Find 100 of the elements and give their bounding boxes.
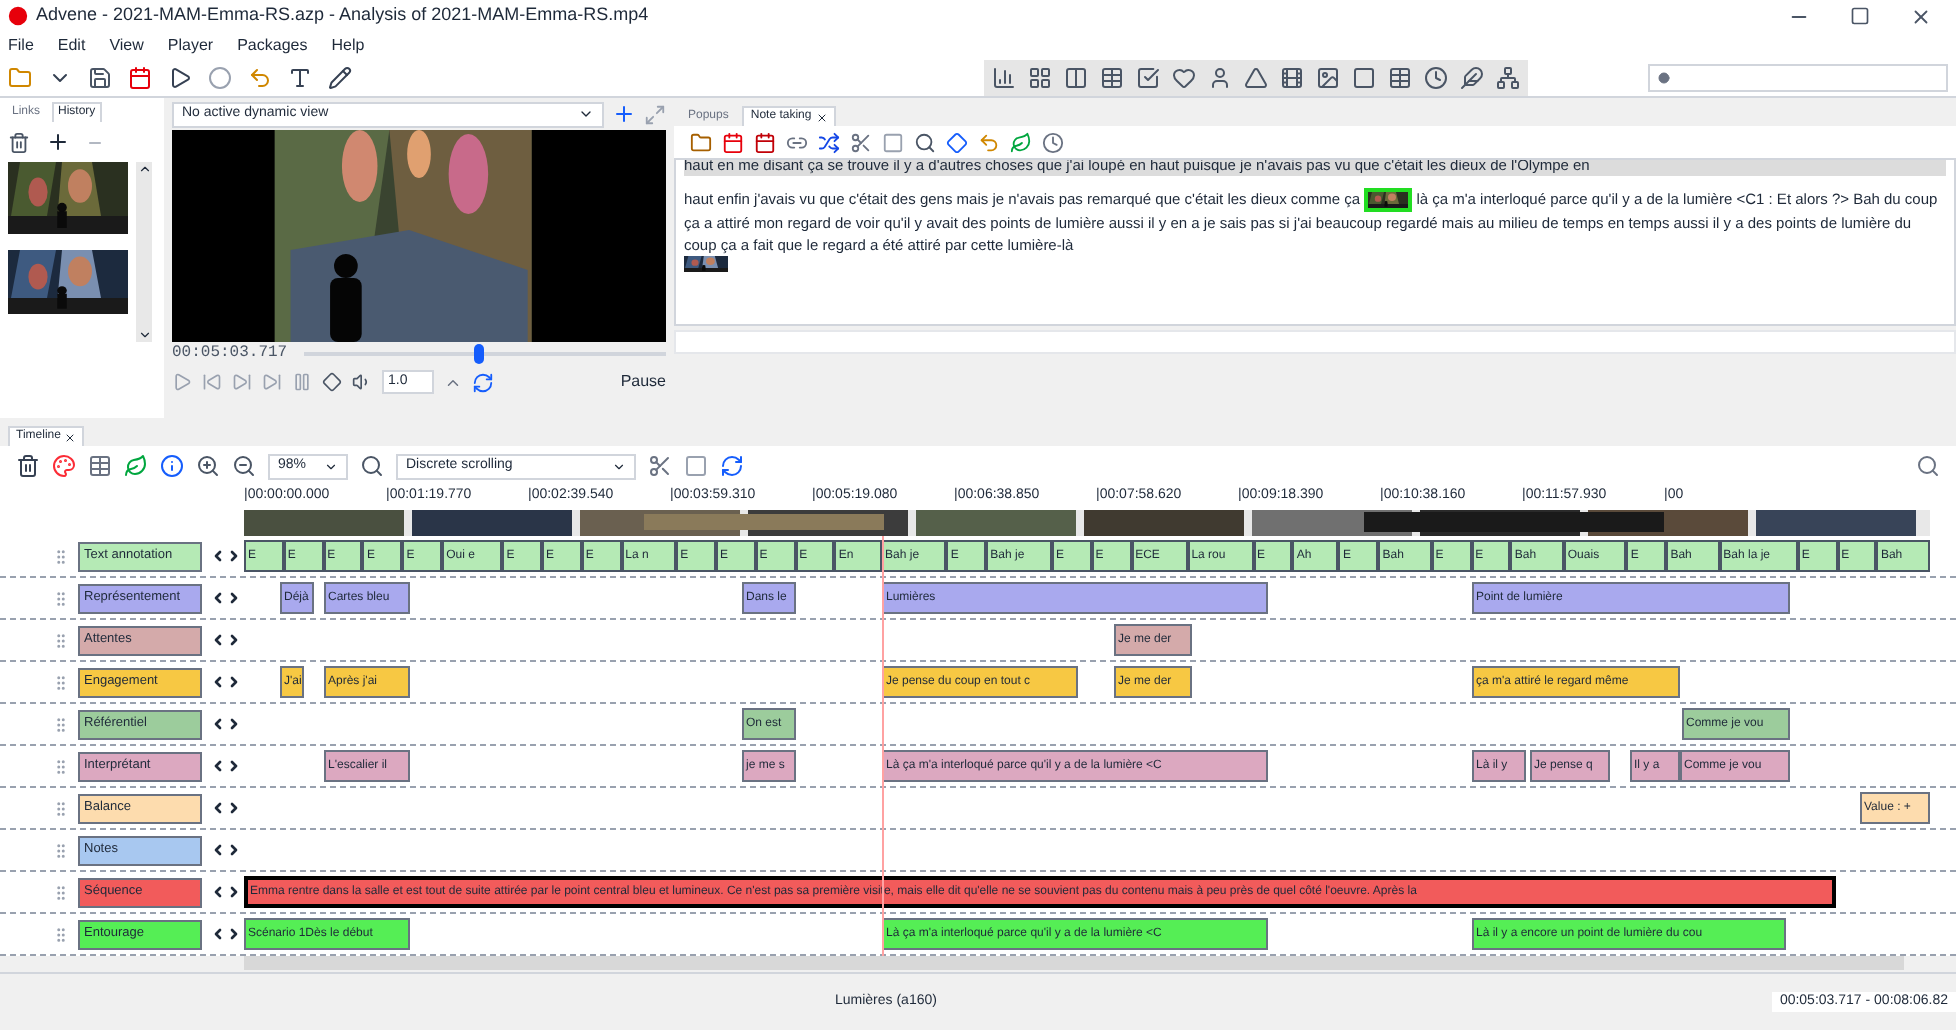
triangle-icon[interactable] [1244,65,1268,89]
scrollbar[interactable] [136,162,152,342]
film-icon[interactable] [1280,65,1304,89]
previous-icon[interactable] [210,884,226,900]
window-title: Advene - 2021-MAM-Emma-RS.azp - Analysis of 2021-MAM-Emma-RS.mp4 [36,2,651,29]
trash-icon[interactable] [16,454,40,478]
calendar-icon[interactable] [722,131,744,153]
save-icon[interactable] [88,65,112,89]
diamond-icon[interactable] [322,372,342,392]
clock-icon[interactable] [1042,131,1064,153]
previous-icon[interactable] [210,548,226,564]
text-icon[interactable] [288,65,312,89]
table-icon[interactable] [1100,65,1124,89]
loop-icon[interactable] [472,371,494,393]
handle-icon[interactable] [52,631,70,649]
columns-icon[interactable] [1064,65,1088,89]
previous-icon[interactable] [210,632,226,648]
menu-item[interactable]: Edit [57,33,86,57]
next-icon[interactable] [226,800,242,816]
scroll-up-icon[interactable] [137,162,151,176]
close-icon[interactable] [815,111,828,123]
previous-icon[interactable] [210,590,226,606]
menu-item[interactable]: View [109,33,144,57]
chart-icon[interactable] [992,65,1016,89]
scissors-icon[interactable] [648,454,672,478]
scroll-down-icon[interactable] [137,328,151,342]
square-icon[interactable] [684,454,708,478]
next-icon[interactable] [226,884,242,900]
close-icon[interactable] [64,431,77,443]
calendar-icon[interactable] [754,131,776,153]
folder-icon[interactable] [8,65,32,89]
folder-icon[interactable] [690,131,712,153]
zoom-in-icon[interactable] [196,454,220,478]
list-icon[interactable] [88,454,112,478]
refresh-icon[interactable] [720,454,744,478]
leaf-icon[interactable] [1010,131,1032,153]
info-icon[interactable] [160,454,184,478]
play-icon[interactable] [168,65,192,89]
handle-icon[interactable] [52,757,70,775]
handle-icon[interactable] [52,799,70,817]
calendar-icon[interactable] [128,65,152,89]
handle-icon[interactable] [52,841,70,859]
menu-item[interactable]: Help [331,33,365,57]
table-icon[interactable] [1388,65,1412,89]
menu-item[interactable]: Packages [237,33,308,57]
square-icon[interactable] [882,131,904,153]
next-icon[interactable] [226,842,242,858]
network-icon[interactable] [1496,65,1520,89]
app-logo-icon [8,6,28,26]
next-icon[interactable] [226,716,242,732]
square-icon[interactable] [1352,65,1376,89]
undo-icon[interactable] [248,65,272,89]
trash-icon[interactable] [8,131,30,153]
next-icon[interactable] [226,926,242,942]
handle-icon[interactable] [52,547,70,565]
previous-icon[interactable] [210,674,226,690]
diamond-icon[interactable] [946,131,968,153]
next-icon[interactable] [226,674,242,690]
search-field[interactable] [1648,63,1948,91]
next-icon[interactable] [226,758,242,774]
next-icon[interactable] [226,548,242,564]
previous-icon[interactable] [210,800,226,816]
dropdown-icon [324,459,338,473]
leaf-icon[interactable] [124,454,148,478]
image-icon[interactable] [1316,65,1340,89]
maximize-icon[interactable] [1850,5,1870,25]
volume-icon[interactable] [352,372,372,392]
next-icon[interactable] [226,632,242,648]
next-icon[interactable] [226,590,242,606]
previous-icon[interactable] [210,842,226,858]
undo-icon[interactable] [978,131,1000,153]
previous-icon[interactable] [210,758,226,774]
checkbox-icon[interactable] [1136,65,1160,89]
feather-icon[interactable] [1460,65,1484,89]
circle-icon[interactable] [208,65,232,89]
scrollbar[interactable] [244,956,1904,970]
scissors-icon[interactable] [850,131,872,153]
handle-icon[interactable] [52,715,70,733]
zoom-out-icon[interactable] [232,454,256,478]
clock-icon[interactable] [1424,65,1448,89]
player-state: Pause [620,370,666,394]
handle-icon[interactable] [52,925,70,943]
note-text-area[interactable] [674,158,1956,326]
palette-icon[interactable] [52,454,76,478]
close-icon[interactable] [1910,5,1932,27]
previous-icon[interactable] [210,926,226,942]
plus-icon[interactable] [46,130,70,154]
menu-item[interactable]: Player [167,33,214,57]
pencil-icon[interactable] [328,65,352,89]
user-icon[interactable] [1208,65,1232,89]
handle-icon[interactable] [52,673,70,691]
grid-icon[interactable] [1028,65,1052,89]
input-field[interactable] [674,330,1956,354]
handle-icon[interactable] [52,589,70,607]
menu-item[interactable]: File [8,33,34,57]
previous-icon[interactable] [210,716,226,732]
heart-icon[interactable] [1172,65,1196,89]
dropdown-icon [612,459,626,473]
shuffle-icon[interactable] [818,131,840,153]
handle-icon[interactable] [52,883,70,901]
